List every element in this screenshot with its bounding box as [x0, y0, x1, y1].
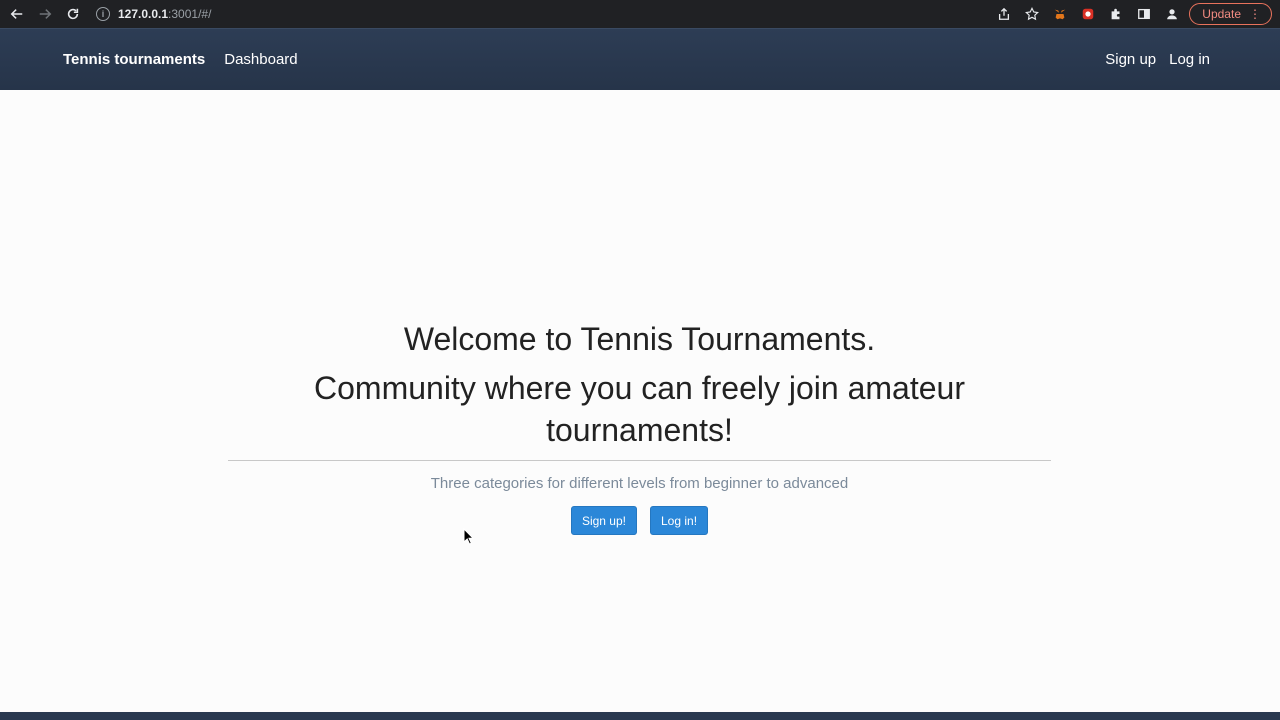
nav-dashboard-link[interactable]: Dashboard — [224, 51, 297, 68]
metamask-extension[interactable] — [1049, 3, 1071, 25]
bookmark-button[interactable] — [1021, 3, 1043, 25]
hero-title: Welcome to Tennis Tournaments. — [403, 321, 876, 357]
reload-button[interactable] — [62, 3, 84, 25]
url-path: :3001/#/ — [168, 7, 212, 21]
side-panel-button[interactable] — [1133, 3, 1155, 25]
share-icon — [999, 7, 1010, 20]
browser-toolbar: i 127.0.0.1:3001/#/ Update ⋮ — [0, 0, 1280, 28]
star-icon — [1025, 7, 1040, 21]
mouse-cursor-icon — [463, 528, 475, 545]
url-host: 127.0.0.1 — [118, 7, 169, 21]
brand-link[interactable]: Tennis tournaments — [63, 51, 205, 68]
extensions-button[interactable] — [1105, 3, 1127, 25]
profile-icon — [1167, 9, 1178, 20]
login-button[interactable]: Log in! — [650, 506, 709, 535]
puzzle-icon — [1111, 8, 1120, 20]
hero-divider — [228, 460, 1051, 461]
forward-icon — [39, 9, 52, 19]
nav-login-link[interactable]: Log in — [1169, 51, 1210, 68]
bottom-edge — [0, 712, 1280, 720]
menu-dots-icon: ⋮ — [1249, 7, 1261, 21]
sidebar-icon — [1138, 8, 1151, 20]
metamask-icon — [1055, 9, 1066, 20]
app-navbar: Tennis tournaments Dashboard Sign up Log… — [0, 28, 1280, 90]
red-extension[interactable] — [1077, 3, 1099, 25]
profile-button[interactable] — [1161, 3, 1183, 25]
nav-auth-links: Sign up Log in — [1105, 51, 1210, 68]
hero-subtitle: Community where you can freely join amat… — [314, 370, 965, 448]
update-button[interactable]: Update ⋮ — [1189, 3, 1272, 25]
forward-button[interactable] — [34, 3, 56, 25]
nav-signup-link[interactable]: Sign up — [1105, 51, 1156, 68]
share-button[interactable] — [993, 3, 1015, 25]
hero-description: Three categories for different levels fr… — [430, 475, 849, 492]
update-label: Update — [1202, 7, 1241, 21]
signup-button[interactable]: Sign up! — [570, 506, 637, 535]
info-icon[interactable]: i — [96, 7, 110, 21]
extension-red-icon — [1083, 8, 1094, 20]
address-bar[interactable]: i 127.0.0.1:3001/#/ — [96, 3, 976, 25]
hero-buttons: Sign up! Log in! — [228, 506, 1051, 535]
back-button[interactable] — [6, 3, 28, 25]
reload-icon — [67, 8, 79, 20]
back-icon — [10, 9, 23, 19]
hero-section: Welcome to Tennis Tournaments. Community… — [228, 318, 1051, 535]
